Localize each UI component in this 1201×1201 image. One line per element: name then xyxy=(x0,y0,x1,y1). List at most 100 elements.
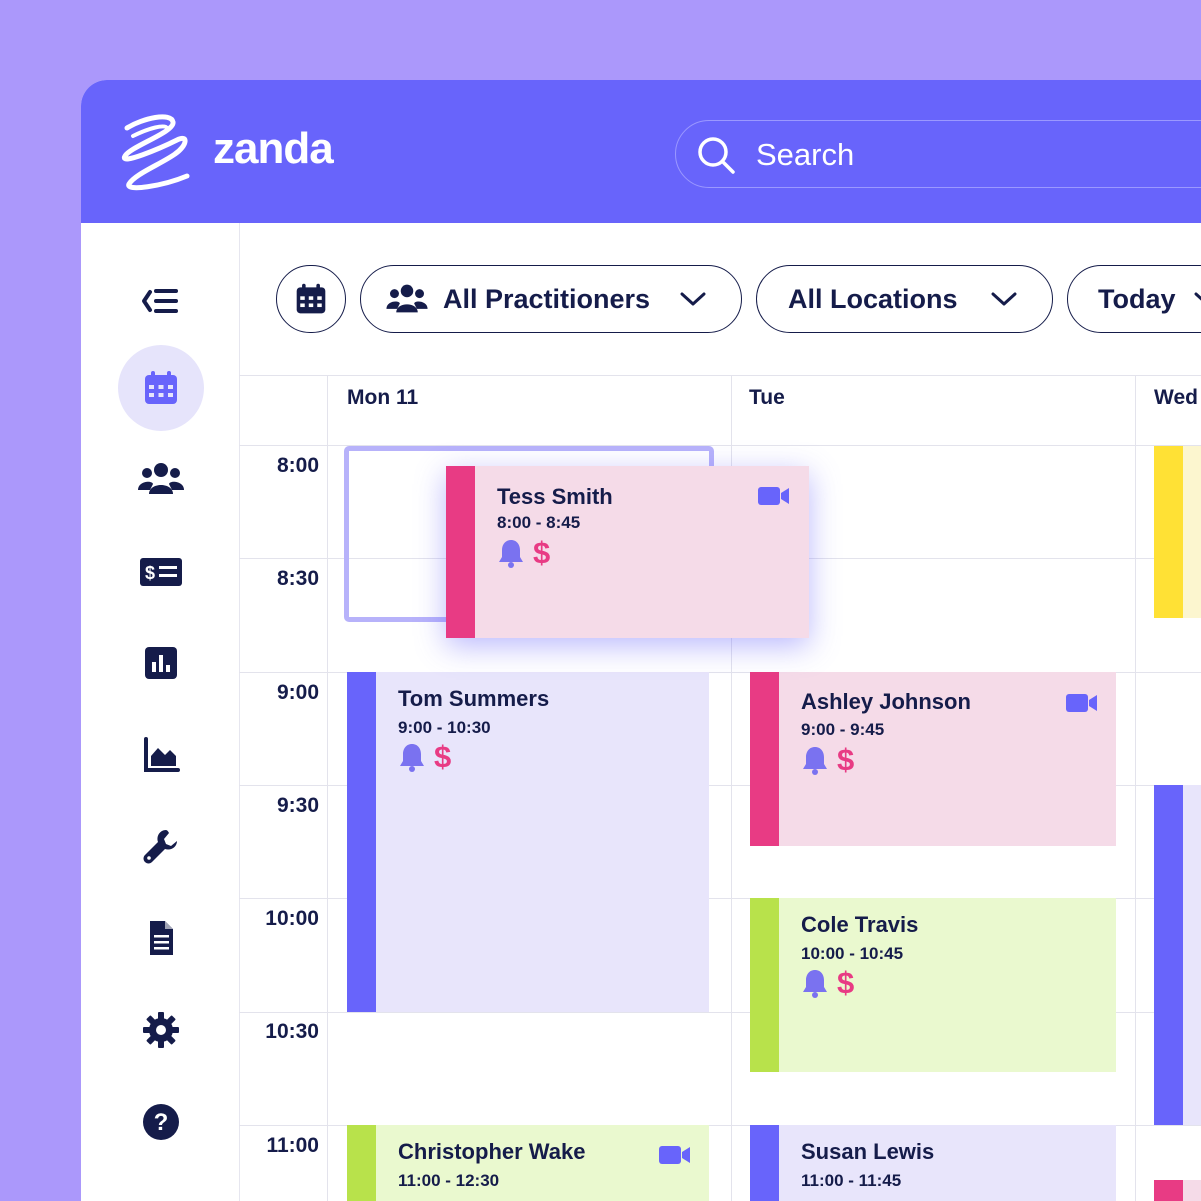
bell-icon xyxy=(803,747,827,775)
appointment-color-bar xyxy=(750,672,779,846)
appointment-color-bar xyxy=(1154,1180,1183,1201)
day-header-mon[interactable]: Mon 11 xyxy=(347,386,418,410)
appointment-name: Susan Lewis xyxy=(801,1139,935,1164)
appointment-icons: $ xyxy=(497,535,551,570)
svg-text:$: $ xyxy=(145,563,155,583)
users-icon xyxy=(138,463,184,494)
sidebar: $ ? xyxy=(81,223,240,1201)
appointment-name: Tom Summers xyxy=(398,686,550,711)
appointment-wed-yellow[interactable] xyxy=(1154,446,1201,618)
appointment-wed-pink[interactable] xyxy=(1154,1180,1201,1201)
appointment-wed-lavender[interactable] xyxy=(1154,785,1201,1125)
payment-icon: $ xyxy=(434,739,452,774)
day-header-wed[interactable]: Wed xyxy=(1154,386,1198,410)
chevron-down-icon xyxy=(680,292,706,306)
appointment-ashley-johnson[interactable]: Ashley Johnson 9:00 - 9:45 $ xyxy=(750,672,1116,846)
gear-icon xyxy=(143,1012,179,1048)
video-call-icon xyxy=(1066,694,1097,712)
practitioners-label: All Practitioners xyxy=(443,283,651,314)
document-icon xyxy=(150,921,173,955)
appointment-color-bar xyxy=(750,1125,779,1201)
search-box[interactable] xyxy=(675,120,1201,188)
today-label: Today xyxy=(1098,283,1176,314)
appointment-christopher-wake[interactable]: Christopher Wake 11:00 - 12:30 xyxy=(347,1125,709,1201)
chevron-down-icon xyxy=(1194,292,1201,302)
appointment-name: Tess Smith xyxy=(497,484,613,509)
appointment-color-bar xyxy=(1154,785,1183,1125)
top-header: zanda xyxy=(81,80,1201,223)
sidebar-item-settings[interactable] xyxy=(118,987,204,1073)
practitioners-dropdown[interactable]: All Practitioners xyxy=(360,265,742,333)
sidebar-item-tools[interactable] xyxy=(118,803,204,889)
chevron-down-icon xyxy=(991,292,1017,306)
appointment-icons: $ xyxy=(801,742,855,777)
appointment-color-bar xyxy=(446,466,475,638)
sidebar-item-collapse[interactable] xyxy=(118,258,204,344)
calendar-grid: Mon 11 Tue Wed 8:00 8:30 9:00 9:30 10:00… xyxy=(239,375,1201,1201)
bell-icon xyxy=(400,744,424,772)
time-label: 8:00 xyxy=(276,454,319,477)
time-label: 9:00 xyxy=(276,681,319,704)
appointment-time: 11:00 - 12:30 xyxy=(398,1171,500,1190)
column-divider xyxy=(327,376,328,1201)
appointment-color-bar xyxy=(347,1125,376,1201)
appointment-name: Christopher Wake xyxy=(398,1139,586,1164)
appointment-time: 8:00 - 8:45 xyxy=(497,513,581,532)
area-chart-icon xyxy=(144,737,180,772)
day-header-tue[interactable]: Tue xyxy=(749,386,785,410)
sidebar-item-billing[interactable]: $ xyxy=(118,529,204,615)
invoice-icon: $ xyxy=(140,558,182,586)
zanda-logo-icon xyxy=(122,114,190,191)
appointment-time: 9:00 - 9:45 xyxy=(801,720,885,739)
appointment-name: Ashley Johnson xyxy=(801,689,971,714)
time-label: 8:30 xyxy=(276,567,319,590)
appointment-color-bar xyxy=(347,672,376,1012)
sidebar-item-calendar[interactable] xyxy=(118,345,204,431)
bar-chart-icon xyxy=(145,647,177,679)
appointment-name: Cole Travis xyxy=(801,912,919,937)
appointment-susan-lewis[interactable]: Susan Lewis 11:00 - 11:45 xyxy=(750,1125,1116,1201)
help-icon: ? xyxy=(143,1104,179,1140)
column-divider xyxy=(1135,376,1136,1201)
wrench-icon xyxy=(143,830,177,864)
appointment-cole-travis[interactable]: Cole Travis 10:00 - 10:45 $ xyxy=(750,898,1116,1072)
payment-icon: $ xyxy=(533,535,551,570)
locations-label: All Locations xyxy=(788,283,958,314)
appointment-time: 11:00 - 11:45 xyxy=(801,1171,902,1190)
sidebar-item-help[interactable]: ? xyxy=(118,1079,204,1165)
search-input[interactable] xyxy=(756,135,1156,175)
sidebar-item-documents[interactable] xyxy=(118,895,204,981)
bell-icon xyxy=(499,540,523,568)
appointment-icons: $ xyxy=(801,965,855,1000)
appointment-tom-summers[interactable]: Tom Summers 9:00 - 10:30 $ xyxy=(347,672,709,1012)
payment-icon: $ xyxy=(837,742,855,777)
users-icon xyxy=(386,284,428,313)
date-picker-button[interactable] xyxy=(276,265,346,333)
bell-icon xyxy=(803,970,827,998)
calendar-icon xyxy=(145,371,177,404)
collapse-menu-icon xyxy=(142,289,178,313)
time-label: 10:30 xyxy=(265,1020,319,1043)
sidebar-item-analytics[interactable] xyxy=(118,712,204,798)
appointment-tess-smith-dragging[interactable]: Tess Smith 8:00 - 8:45 $ xyxy=(446,466,809,638)
svg-text:?: ? xyxy=(154,1109,169,1136)
calendar-icon xyxy=(296,283,326,314)
sidebar-item-clients[interactable] xyxy=(118,436,204,522)
appointment-icons: $ xyxy=(398,739,452,774)
time-label: 11:00 xyxy=(266,1134,319,1157)
today-dropdown[interactable]: Today xyxy=(1067,265,1201,333)
search-icon xyxy=(698,137,735,174)
time-label: 9:30 xyxy=(276,794,319,817)
app-logo-text: zanda xyxy=(213,124,334,173)
time-label: 10:00 xyxy=(265,907,319,930)
appointment-color-bar xyxy=(750,898,779,1072)
video-call-icon xyxy=(758,487,789,505)
appointment-time: 10:00 - 10:45 xyxy=(801,944,904,963)
app-window: zanda Search $ ? All Practitioners All L… xyxy=(81,80,1201,1201)
video-call-icon xyxy=(659,1146,690,1164)
appointment-time: 9:00 - 10:30 xyxy=(398,718,491,737)
appointment-color-bar xyxy=(1154,446,1183,618)
payment-icon: $ xyxy=(837,965,855,1000)
sidebar-item-reports[interactable] xyxy=(118,620,204,706)
locations-dropdown[interactable]: All Locations xyxy=(756,265,1053,333)
